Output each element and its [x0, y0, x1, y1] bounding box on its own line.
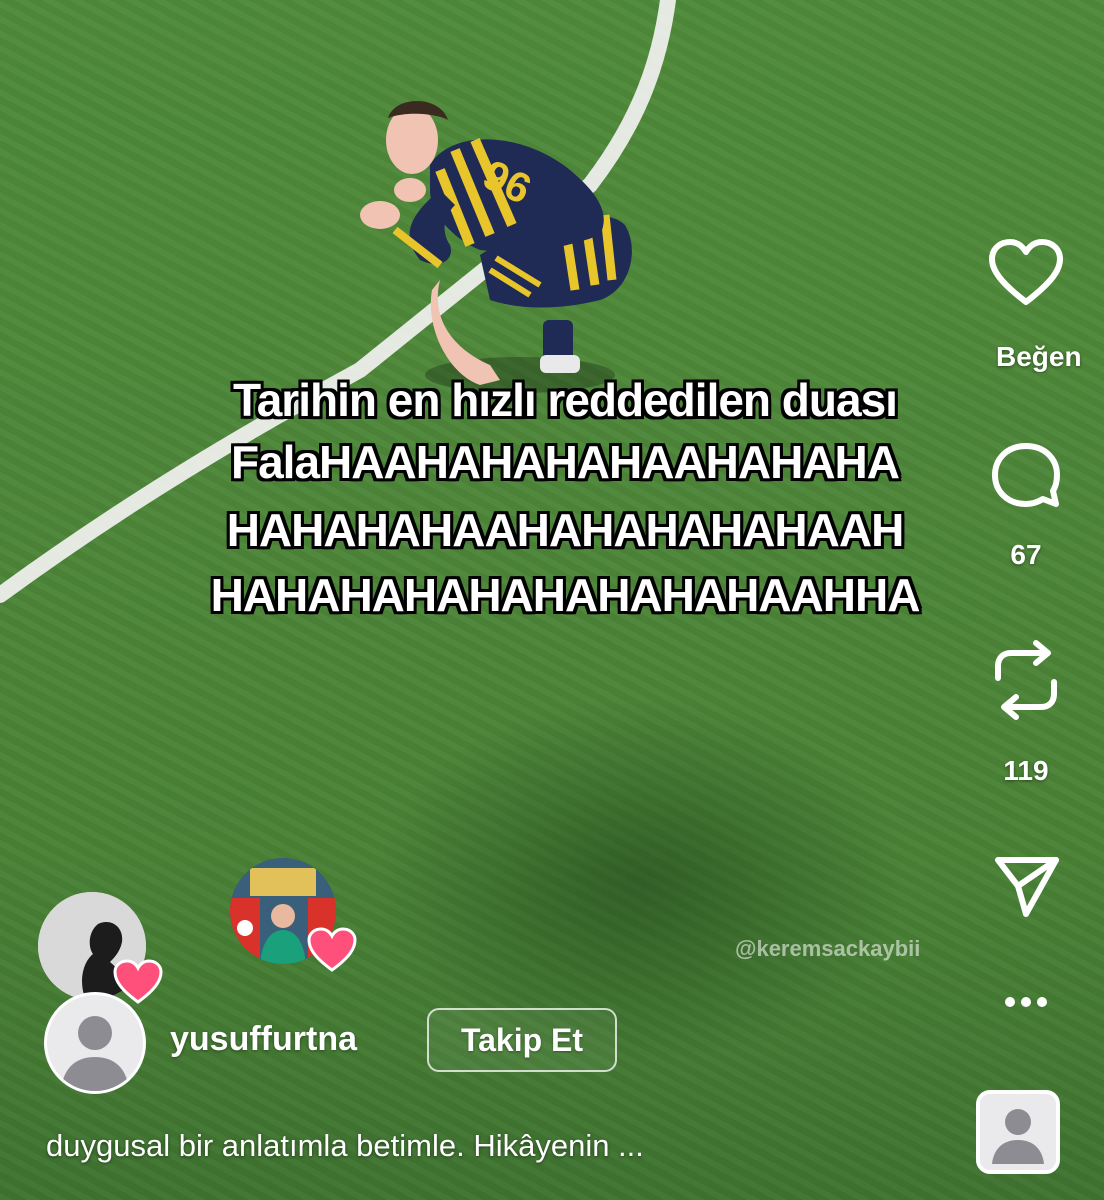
share-action[interactable] — [988, 852, 1064, 927]
author-avatar[interactable] — [44, 992, 146, 1094]
like-action[interactable]: Beğen — [988, 238, 1082, 373]
default-avatar-icon — [61, 1016, 129, 1091]
post-caption[interactable]: duygusal bir anlatımla betimle. Hikâyeni… — [46, 1128, 644, 1164]
heart-filled-icon — [307, 927, 357, 972]
default-avatar-icon — [992, 1109, 1044, 1164]
overlay-text-line-4: HAHAHAHAHAHAHAHAHAAHHA — [210, 569, 921, 621]
more-dots-icon[interactable] — [988, 990, 1064, 1014]
author-username[interactable]: yusuffurtna — [170, 1020, 357, 1059]
like-label: Beğen — [996, 341, 1082, 372]
comment-action[interactable]: 67 — [988, 440, 1064, 571]
send-icon[interactable] — [988, 852, 1064, 922]
repost-icon[interactable] — [988, 640, 1064, 720]
comment-count: 67 — [1010, 539, 1042, 570]
overlay-text-line-3: HAHAHAHAAHAHAHAHAHAAH — [226, 504, 905, 556]
repost-count: 119 — [1003, 755, 1049, 786]
overlay-text-line-2: FalaHAAHAHAHAHAAHAHAHA — [231, 436, 900, 488]
more-options[interactable] — [988, 990, 1064, 1019]
comment-bubble-icon[interactable] — [988, 440, 1064, 512]
follow-button[interactable]: Takip Et — [427, 1008, 617, 1072]
player-figure: 96 — [360, 100, 632, 393]
reel-viewer[interactable]: 96 Tarihin en hızlı reddedilen duası Fal… — [0, 0, 1104, 1200]
repost-action[interactable]: 119 — [988, 640, 1064, 787]
overlay-text-line-1: Tarihin en hızlı reddedilen duası — [233, 374, 898, 426]
audio-thumbnail[interactable] — [976, 1090, 1060, 1174]
heart-outline-icon[interactable] — [988, 238, 1064, 310]
watermark: @keremsackaybii — [735, 936, 921, 961]
